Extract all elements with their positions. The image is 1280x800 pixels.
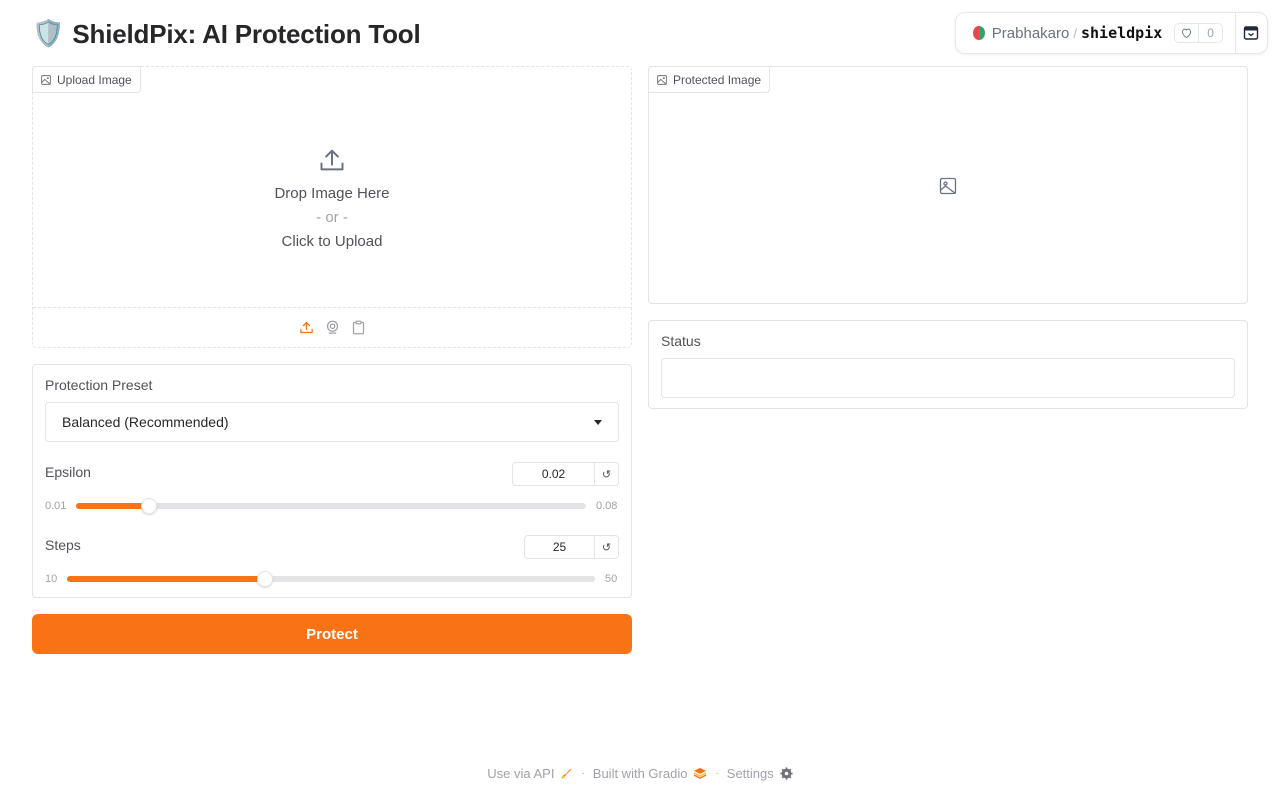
gradio-logo-icon xyxy=(694,767,707,779)
clipboard-source-button[interactable] xyxy=(350,320,366,336)
upload-source-selector xyxy=(33,307,631,347)
epsilon-max: 0.08 xyxy=(596,500,618,512)
status-panel: Status xyxy=(648,320,1248,409)
protection-settings-panel: Protection Preset Balanced (Recommended)… xyxy=(32,364,632,598)
footer-separator: · xyxy=(715,767,719,779)
epsilon-number-group: ↺ xyxy=(512,462,619,486)
epsilon-reset-button[interactable]: ↺ xyxy=(595,462,619,486)
space-menu-button[interactable] xyxy=(1236,13,1267,53)
protected-image-panel: Protected Image xyxy=(648,66,1248,304)
upload-icon xyxy=(299,321,313,334)
epsilon-slider-thumb[interactable] xyxy=(141,498,157,514)
preset-label: Protection Preset xyxy=(45,377,153,393)
steps-number-input[interactable] xyxy=(524,535,595,559)
preset-selected-value: Balanced (Recommended) xyxy=(62,414,229,430)
steps-slider-row: 10 50 xyxy=(45,571,619,587)
heart-icon xyxy=(1175,24,1200,42)
built-with-gradio-link[interactable]: Built with Gradio xyxy=(593,766,708,781)
page-title: 🛡️ ShieldPix: AI Protection Tool xyxy=(32,16,421,52)
upload-source-button[interactable] xyxy=(298,320,314,336)
drop-image-text: Drop Image Here xyxy=(274,184,390,202)
upload-dropzone[interactable]: Drop Image Here - or - Click to Upload xyxy=(33,67,631,308)
use-via-api-text: Use via API xyxy=(487,765,555,781)
epsilon-slider[interactable] xyxy=(76,498,586,514)
epsilon-number-input[interactable] xyxy=(512,462,595,486)
shield-emoji-icon: 🛡️ xyxy=(32,19,65,49)
empty-image-placeholder xyxy=(649,67,1247,303)
space-owner-link[interactable]: Prabhakaro xyxy=(992,25,1070,42)
like-button[interactable]: 0 xyxy=(1174,23,1223,43)
gear-icon xyxy=(780,766,793,780)
footer-separator: · xyxy=(581,767,585,779)
like-count: 0 xyxy=(1207,26,1214,40)
steps-slider[interactable] xyxy=(67,571,595,587)
upload-arrow-icon xyxy=(320,149,344,170)
steps-slider-thumb[interactable] xyxy=(257,571,273,587)
steps-label: Steps xyxy=(45,537,81,553)
epsilon-label: Epsilon xyxy=(45,464,91,480)
space-header-bar: Prabhakaro / shieldpix 0 xyxy=(955,12,1268,54)
protect-button[interactable]: Protect xyxy=(32,614,632,654)
click-to-upload-text: Click to Upload xyxy=(281,232,383,250)
use-via-api-link[interactable]: Use via API xyxy=(487,766,573,781)
webcam-source-button[interactable] xyxy=(324,320,340,336)
status-label: Status xyxy=(661,333,701,349)
footer: Use via API · Built with Gradio · Settin… xyxy=(0,763,1280,783)
preset-dropdown[interactable]: Balanced (Recommended) xyxy=(45,402,619,442)
space-name-link[interactable]: shieldpix xyxy=(1081,24,1162,42)
clipboard-icon xyxy=(352,320,364,335)
epsilon-slider-fill xyxy=(76,503,149,509)
webcam-icon xyxy=(326,320,338,334)
settings-text: Settings xyxy=(726,765,774,781)
image-placeholder-icon xyxy=(939,177,957,195)
status-textbox[interactable] xyxy=(661,358,1235,398)
or-text: - or - xyxy=(316,208,348,226)
dropdown-caret-icon xyxy=(594,419,602,425)
rocket-icon xyxy=(562,768,572,778)
epsilon-min: 0.01 xyxy=(45,500,67,512)
steps-number-group: ↺ xyxy=(524,535,619,559)
built-with-gradio-text: Built with Gradio xyxy=(592,765,688,781)
steps-slider-fill xyxy=(67,576,265,582)
epsilon-slider-row: 0.01 0.08 xyxy=(45,498,619,514)
steps-min: 10 xyxy=(45,573,58,585)
steps-reset-button[interactable]: ↺ xyxy=(595,535,619,559)
page-title-text: ShieldPix: AI Protection Tool xyxy=(72,18,421,49)
upload-image-panel: Upload Image Drop Image Here - or - Clic… xyxy=(32,66,632,348)
steps-max: 50 xyxy=(605,573,618,585)
settings-link[interactable]: Settings xyxy=(727,766,793,781)
path-separator: / xyxy=(1073,25,1077,41)
collapse-icon xyxy=(1244,26,1259,40)
user-avatar[interactable] xyxy=(973,26,985,40)
